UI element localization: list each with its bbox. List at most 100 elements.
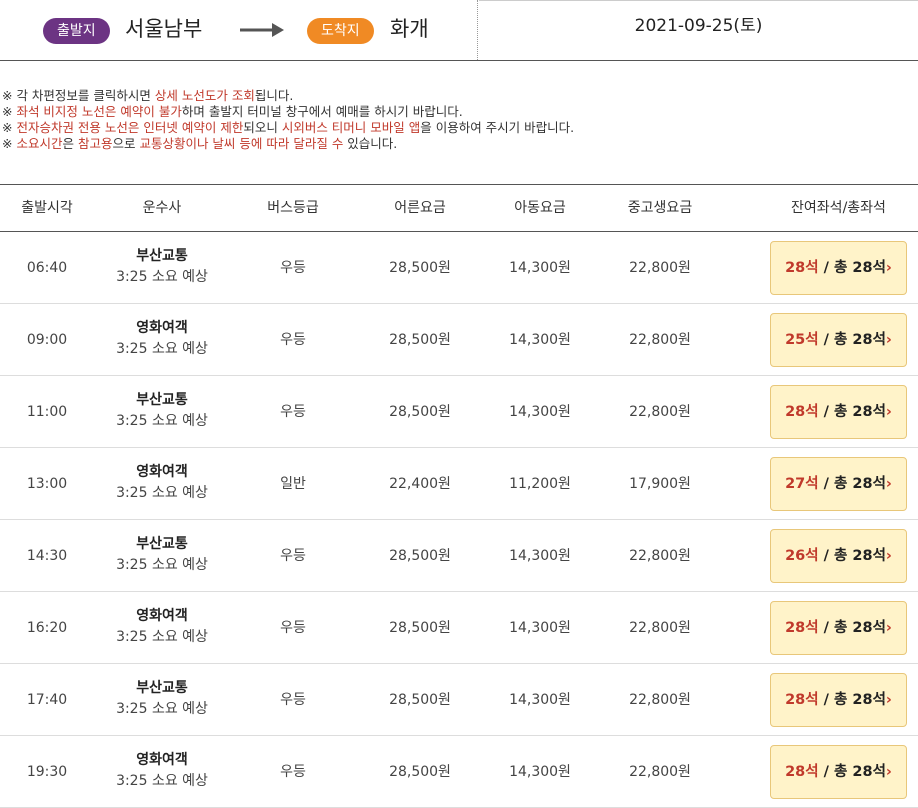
company-name: 영화여객 <box>136 752 188 768</box>
seat-select-button[interactable]: 28석 / 총 28석› <box>770 673 907 727</box>
student-fare: 22,800원 <box>629 260 691 276</box>
company-name: 영화여객 <box>136 608 188 624</box>
adult-fare: 28,500원 <box>389 548 451 564</box>
schedule-row[interactable]: 16:20 영화여객 3:25 소요 예상 우등 28,500원 14,300원 22,80… <box>0 592 918 664</box>
chevron-right-icon: › <box>885 332 892 348</box>
student-fare: 17,900원 <box>629 476 691 492</box>
seat-select-button[interactable]: 25석 / 총 28석› <box>770 313 907 367</box>
schedule-row[interactable]: 17:40 부산교통 3:25 소요 예상 우등 28,500원 14,300원 22,80… <box>0 664 918 736</box>
seat-select-button[interactable]: 28석 / 총 28석› <box>770 601 907 655</box>
seat-select-button[interactable]: 28석 / 총 28석› <box>770 385 907 439</box>
company-cell: 영화여객 3:25 소요 예상 <box>112 318 212 360</box>
header-seats: 잔여좌석/총좌석 <box>791 200 886 216</box>
notice-text: 하며 출발지 터미널 창구에서 예매를 하시기 바랍니다. <box>181 104 463 119</box>
arrival-terminal: 화개 <box>390 17 429 41</box>
company-name: 부산교통 <box>136 392 188 408</box>
company-cell: 영화여객 3:25 소요 예상 <box>112 750 212 792</box>
company-name: 부산교통 <box>136 248 188 264</box>
departure-time: 11:00 <box>26 404 68 420</box>
arrival-badge: 도착지 <box>307 18 374 44</box>
notice-text: 되오니 <box>243 120 282 135</box>
notice-highlight: 좌석 비지정 노선은 예약이 불가 <box>16 104 182 119</box>
departure-time: 14:30 <box>26 548 68 564</box>
total-seats: / 총 28석 <box>818 764 886 780</box>
notice-text: 은 <box>62 136 78 151</box>
company-cell: 부산교통 3:25 소요 예상 <box>112 678 212 720</box>
chevron-right-icon: › <box>885 764 892 780</box>
total-seats: / 총 28석 <box>818 476 886 492</box>
remaining-seats: 28석 <box>785 620 819 636</box>
seat-select-button[interactable]: 26석 / 총 28석› <box>770 529 907 583</box>
company-cell: 부산교통 3:25 소요 예상 <box>112 534 212 576</box>
total-seats: / 총 28석 <box>818 332 886 348</box>
schedule-row[interactable]: 19:30 영화여객 3:25 소요 예상 우등 28,500원 14,300원 22,80… <box>0 736 918 808</box>
route-summary: 출발지 서울남부 도착지 화개 <box>0 0 478 60</box>
notice-text: ※ <box>2 104 17 119</box>
header-bus-grade: 버스등급 <box>267 200 319 216</box>
student-fare: 22,800원 <box>629 548 691 564</box>
schedule-row[interactable]: 13:00 영화여객 3:25 소요 예상 일반 22,400원 11,200원 17,90… <box>0 448 918 520</box>
total-seats: / 총 28석 <box>818 548 886 564</box>
total-seats: / 총 28석 <box>818 620 886 636</box>
child-fare: 14,300원 <box>509 404 571 420</box>
duration: 3:25 소요 예상 <box>116 413 208 429</box>
child-fare: 14,300원 <box>509 332 571 348</box>
child-fare: 14,300원 <box>509 692 571 708</box>
adult-fare: 28,500원 <box>389 692 451 708</box>
bus-grade: 우등 <box>280 332 306 348</box>
notice-text: 됩니다. <box>254 88 294 103</box>
remaining-seats: 28석 <box>785 260 819 276</box>
notice-text: 있습니다. <box>343 136 398 151</box>
company-cell: 영화여객 3:25 소요 예상 <box>112 462 212 504</box>
bus-grade: 일반 <box>280 476 306 492</box>
schedule-row[interactable]: 14:30 부산교통 3:25 소요 예상 우등 28,500원 14,300원 22,80… <box>0 520 918 592</box>
bus-grade: 우등 <box>280 692 306 708</box>
schedule-row[interactable]: 11:00 부산교통 3:25 소요 예상 우등 28,500원 14,300원 22,80… <box>0 376 918 448</box>
student-fare: 22,800원 <box>629 404 691 420</box>
schedule-row[interactable]: 09:00 영화여객 3:25 소요 예상 우등 28,500원 14,300원 22,80… <box>0 304 918 376</box>
remaining-seats: 25석 <box>785 332 819 348</box>
duration: 3:25 소요 예상 <box>116 341 208 357</box>
seat-select-button[interactable]: 28석 / 총 28석› <box>770 241 907 295</box>
child-fare: 14,300원 <box>509 260 571 276</box>
remaining-seats: 28석 <box>785 764 819 780</box>
notice-text: 을 이용하여 주시기 바랍니다. <box>420 120 575 135</box>
departure-badge: 출발지 <box>43 18 110 44</box>
total-seats: / 총 28석 <box>818 692 886 708</box>
company-cell: 영화여객 3:25 소요 예상 <box>112 606 212 648</box>
seat-select-button[interactable]: 27석 / 총 28석› <box>770 457 907 511</box>
header-student-fare: 중고생요금 <box>627 200 693 216</box>
duration: 3:25 소요 예상 <box>116 629 208 645</box>
student-fare: 22,800원 <box>629 620 691 636</box>
notice-highlight: 소요시간 <box>16 136 63 151</box>
notice-text: ※ 각 차편정보를 클릭하시면 <box>2 88 155 103</box>
departure-terminal: 서울남부 <box>125 17 203 41</box>
notice-text: 으로 <box>112 136 140 151</box>
company-name: 부산교통 <box>136 536 188 552</box>
adult-fare: 28,500원 <box>389 260 451 276</box>
duration: 3:25 소요 예상 <box>116 485 208 501</box>
adult-fare: 28,500원 <box>389 332 451 348</box>
notice-highlight: 교통상황이나 날씨 등에 따라 달라질 수 <box>139 136 344 151</box>
company-name: 영화여객 <box>136 464 188 480</box>
company-cell: 부산교통 3:25 소요 예상 <box>112 246 212 288</box>
header-adult-fare: 어른요금 <box>394 200 446 216</box>
seat-select-button[interactable]: 28석 / 총 28석› <box>770 745 907 799</box>
schedule-row[interactable]: 06:40 부산교통 3:25 소요 예상 우등 28,500원 14,300원 22,80… <box>0 232 918 304</box>
header-child-fare: 아동요금 <box>514 200 566 216</box>
remaining-seats: 28석 <box>785 404 819 420</box>
student-fare: 22,800원 <box>629 692 691 708</box>
adult-fare: 28,500원 <box>389 404 451 420</box>
header-departure-time: 출발시각 <box>21 200 73 216</box>
notice-highlight: 상세 노선도가 조회 <box>154 88 255 103</box>
departure-time: 19:30 <box>26 764 68 780</box>
duration: 3:25 소요 예상 <box>116 269 208 285</box>
duration: 3:25 소요 예상 <box>116 557 208 573</box>
child-fare: 11,200원 <box>509 476 571 492</box>
notice-highlight: 시외버스 티머니 모바일 앱 <box>281 120 421 135</box>
notice-line: ※ 좌석 비지정 노선은 예약이 불가하며 출발지 터미널 창구에서 예매를 하… <box>2 104 574 120</box>
bus-grade: 우등 <box>280 404 306 420</box>
remaining-seats: 28석 <box>785 692 819 708</box>
chevron-right-icon: › <box>885 692 892 708</box>
company-name: 부산교통 <box>136 680 188 696</box>
